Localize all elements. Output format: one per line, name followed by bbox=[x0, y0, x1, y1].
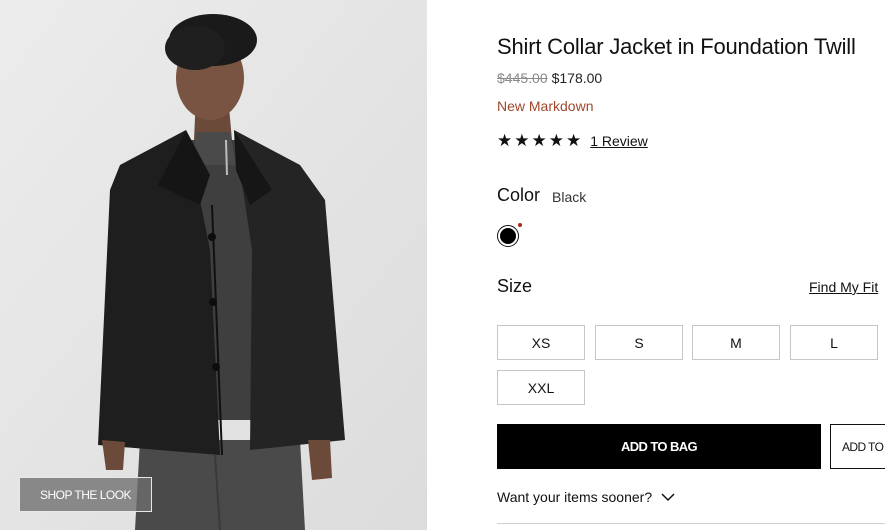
markdown-badge: New Markdown bbox=[497, 98, 594, 114]
original-price: $445.00 bbox=[497, 70, 548, 86]
selected-color: Black bbox=[552, 189, 587, 205]
swatch-markdown-dot bbox=[518, 223, 522, 227]
chevron-down-icon bbox=[661, 492, 675, 501]
size-label: Size bbox=[497, 276, 533, 296]
divider bbox=[497, 523, 885, 524]
price: $445.00 $178.00 bbox=[497, 70, 602, 86]
color-swatch-black[interactable] bbox=[497, 223, 522, 249]
add-to-bag-button[interactable]: ADD TO BAG bbox=[497, 424, 821, 469]
size-option-s[interactable]: S bbox=[595, 325, 683, 360]
product-image[interactable]: SHOP THE LOOK bbox=[0, 0, 427, 530]
size-option-xs[interactable]: XS bbox=[497, 325, 585, 360]
sale-price: $178.00 bbox=[551, 70, 603, 86]
add-to-wishlist-button[interactable]: ADD TO bbox=[830, 424, 885, 469]
find-my-fit-link[interactable]: Find My Fit bbox=[809, 279, 878, 295]
delivery-prompt: Want your items sooner? bbox=[497, 489, 653, 505]
product-title: Shirt Collar Jacket in Foundation Twill bbox=[497, 34, 856, 59]
model-photo bbox=[0, 0, 427, 530]
size-option-xxl[interactable]: XXL bbox=[497, 370, 585, 405]
color-label: Color bbox=[497, 185, 541, 205]
rating: ★★★★★ 1 Review bbox=[497, 131, 648, 151]
rating-stars: ★★★★★ bbox=[497, 131, 584, 150]
size-option-m[interactable]: M bbox=[692, 325, 780, 360]
reviews-link[interactable]: 1 Review bbox=[590, 133, 648, 149]
size-option-l[interactable]: L bbox=[790, 325, 878, 360]
delivery-options-toggle[interactable]: Want your items sooner? bbox=[497, 489, 675, 505]
shop-the-look-button[interactable]: SHOP THE LOOK bbox=[19, 477, 152, 512]
swatch-fill bbox=[500, 228, 516, 244]
